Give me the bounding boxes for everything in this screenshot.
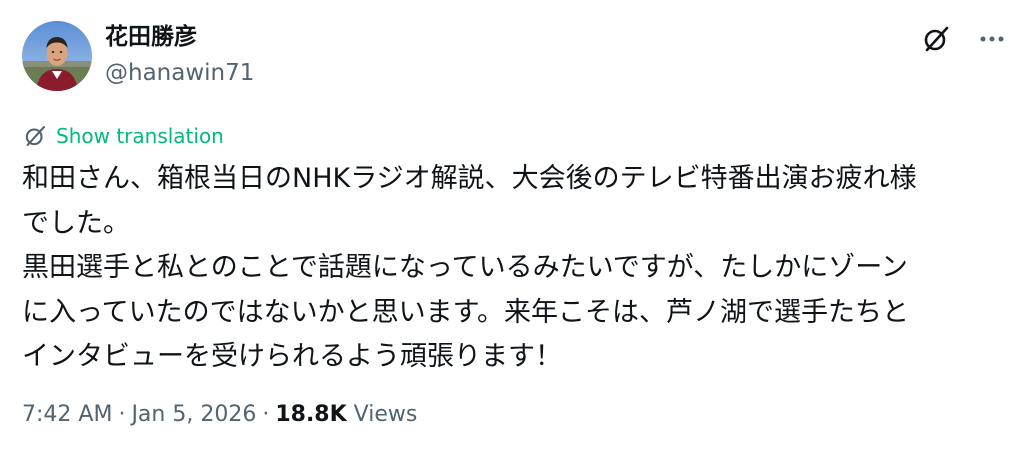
views-count: 18.8K [275,402,347,427]
views-link[interactable]: 18.8K Views [275,402,417,427]
show-translation-link[interactable]: Show translation [22,122,224,150]
show-translation-label: Show translation [56,124,224,148]
meta-separator: · [262,402,270,427]
tweet-text: 和田さん、箱根当日のNHKラジオ解説、大会後のテレビ特番出演お疲れ様 でした。 … [22,157,1012,380]
tweet-text-line: でした。 [22,207,130,239]
avatar[interactable] [22,21,92,91]
tweet-card: 花田勝彦 @hanawin71 Show translation 和田さん、箱根… [0,0,1029,452]
tweet-time: 7:42 AM [22,402,113,427]
translate-icon [25,126,45,146]
more-button[interactable] [975,22,1009,56]
views-label: Views [353,402,418,427]
tweet-date: Jan 5, 2026 [131,402,257,427]
grok-button[interactable] [919,22,953,56]
profile-photo [22,21,92,91]
tweet-top-actions [919,22,1009,56]
display-name[interactable]: 花田勝彦 [105,22,254,52]
author-info: 花田勝彦 @hanawin71 [105,22,254,88]
tweet-text-line: に入っていたのではないかと思います。来年こそは、芦ノ湖で選手たちと [22,296,909,328]
tweet-text-line: 和田さん、箱根当日のNHKラジオ解説、大会後のテレビ特番出演お疲れ様 [22,163,917,194]
tweet-timestamp[interactable]: 7:42 AM · Jan 5, 2026 [22,402,256,427]
tweet-text-line: 黒田選手と私とのことで話題になっているみたいですが、たしかにゾーン [22,252,908,283]
username-handle[interactable]: @hanawin71 [105,58,254,88]
grok-icon [924,26,949,52]
meta-separator: · [118,402,126,427]
tweet-text-line: インタビューを受けられるよう頑張ります！ [22,341,562,372]
tweet-meta: 7:42 AM · Jan 5, 2026 · 18.8K Views [22,400,417,430]
more-horizontal-icon [980,36,1004,42]
